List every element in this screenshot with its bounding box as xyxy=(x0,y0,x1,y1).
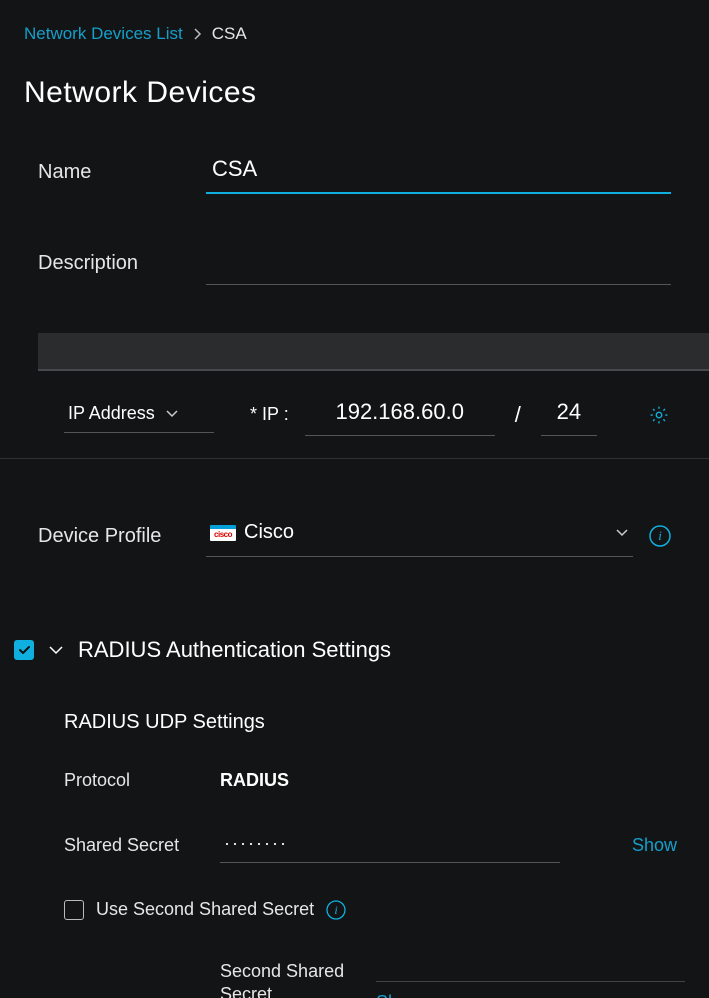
ip-section-band xyxy=(38,333,709,371)
use-second-secret-checkbox[interactable] xyxy=(64,900,84,920)
svg-text:i: i xyxy=(658,528,662,543)
chevron-down-icon xyxy=(165,409,179,418)
name-label: Name xyxy=(38,161,206,184)
info-icon: i xyxy=(649,525,671,547)
radius-udp-title: RADIUS UDP Settings xyxy=(64,711,685,734)
ip-type-dropdown[interactable]: IP Address xyxy=(64,397,214,433)
second-secret-input[interactable] xyxy=(376,960,685,982)
cisco-logo-icon: cisco xyxy=(210,525,236,541)
protocol-label: Protocol xyxy=(64,770,220,791)
device-profile-dropdown[interactable]: cisco Cisco xyxy=(206,515,633,557)
description-input[interactable] xyxy=(206,242,671,285)
use-second-secret-label: Use Second Shared Secret xyxy=(96,899,314,920)
protocol-value: RADIUS xyxy=(220,770,289,791)
ip-mask-input[interactable] xyxy=(541,393,597,436)
ip-type-value: IP Address xyxy=(68,403,155,424)
ip-required-label: * IP : xyxy=(250,404,289,425)
breadcrumb: Network Devices List CSA xyxy=(0,0,709,44)
shared-secret-label: Shared Secret xyxy=(64,835,220,856)
ip-address-input[interactable] xyxy=(305,393,495,436)
device-profile-label: Device Profile xyxy=(38,525,206,548)
second-secret-info-button[interactable]: i xyxy=(326,900,346,920)
breadcrumb-current: CSA xyxy=(212,24,247,44)
info-icon: i xyxy=(326,900,346,920)
second-secret-label: Second Shared Secret xyxy=(220,960,376,998)
svg-text:i: i xyxy=(334,903,337,917)
page-title: Network Devices xyxy=(24,76,685,110)
expand-collapse-button[interactable] xyxy=(48,645,64,655)
gear-icon xyxy=(648,404,670,426)
description-label: Description xyxy=(38,252,206,275)
ip-mask-separator: / xyxy=(515,402,521,428)
ip-settings-button[interactable] xyxy=(647,403,671,427)
chevron-down-icon xyxy=(615,528,629,537)
name-input[interactable] xyxy=(206,150,671,194)
device-profile-value: Cisco xyxy=(244,521,294,544)
show-second-secret-button[interactable]: Show xyxy=(376,992,421,998)
breadcrumb-parent-link[interactable]: Network Devices List xyxy=(24,24,183,44)
device-profile-info-button[interactable]: i xyxy=(649,525,671,547)
shared-secret-input[interactable] xyxy=(220,827,560,863)
radius-section-title: RADIUS Authentication Settings xyxy=(78,637,391,663)
chevron-right-icon xyxy=(193,27,202,41)
check-icon xyxy=(18,645,31,655)
radius-enable-checkbox[interactable] xyxy=(14,640,34,660)
show-secret-button[interactable]: Show xyxy=(632,835,685,856)
